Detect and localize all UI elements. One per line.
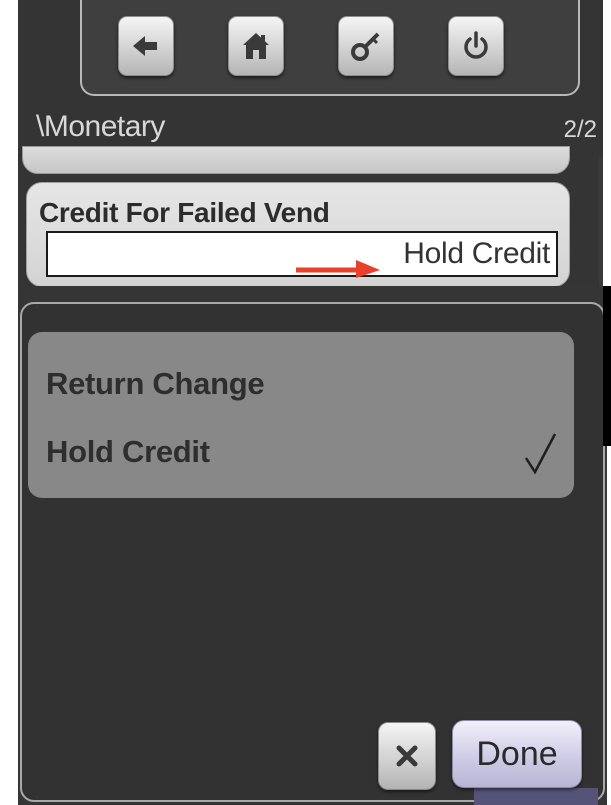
done-button[interactable]: Done: [452, 720, 582, 788]
screen-edge: [599, 157, 603, 287]
back-arrow-icon: [133, 36, 157, 56]
toolbar: [80, 0, 580, 96]
key-button[interactable]: [338, 16, 394, 76]
option-popup: Return Change Hold Credit Done: [20, 302, 605, 805]
screen-edge-right: [603, 286, 611, 446]
options-list: Return Change Hold Credit: [28, 332, 574, 498]
cancel-button[interactable]: [378, 722, 436, 790]
checkmark-icon: [524, 433, 557, 475]
setting-label: Credit For Failed Vend: [39, 197, 330, 228]
close-icon: [396, 745, 418, 767]
annotation-arrow-icon: [296, 260, 380, 278]
done-button-shadow: [474, 788, 598, 805]
key-icon: [351, 32, 380, 61]
page-indicator: 2/2: [563, 116, 597, 143]
home-button[interactable]: [228, 16, 284, 76]
selection-screen: Return Change Hold Credit Done: [18, 286, 607, 805]
power-button[interactable]: [448, 16, 504, 76]
option-return-change[interactable]: Return Change: [46, 366, 265, 402]
breadcrumb: \Monetary: [36, 110, 165, 143]
power-icon: [464, 31, 488, 59]
settings-screen: \Monetary 2/2 Credit For Failed Vend Hol…: [18, 0, 603, 287]
back-button[interactable]: [118, 16, 174, 76]
home-icon: [243, 33, 269, 59]
option-hold-credit[interactable]: Hold Credit: [46, 434, 210, 470]
previous-setting-card[interactable]: [22, 146, 570, 174]
